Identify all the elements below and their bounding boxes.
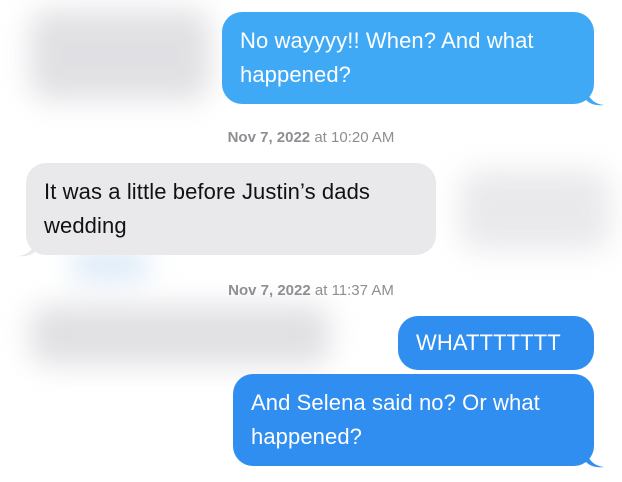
timestamp: Nov 7, 2022 at 10:20 AM <box>0 129 622 146</box>
sent-message-bubble[interactable]: WHATTTTTTT <box>398 316 594 370</box>
timestamp-date: Nov 7, 2022 <box>227 129 311 146</box>
sent-message-bubble[interactable]: And Selena said no? Or what happened? <box>233 374 594 466</box>
timestamp-time: at 11:37 AM <box>314 282 394 299</box>
sent-message-bubble[interactable]: No wayyyy!! When? And what happened? <box>222 12 594 104</box>
blurred-background-content <box>30 10 210 100</box>
sent-bubble-tail <box>586 450 604 468</box>
timestamp: Nov 7, 2022 at 11:37 AM <box>0 282 622 299</box>
blurred-background-content <box>460 170 610 250</box>
sent-bubble-tail <box>586 88 604 106</box>
blurred-background-content <box>30 305 330 365</box>
timestamp-date: Nov 7, 2022 <box>228 282 311 299</box>
received-message-bubble[interactable]: It was a little before Justin’s dads wed… <box>26 163 436 255</box>
timestamp-time: at 10:20 AM <box>314 129 395 146</box>
received-bubble-tail <box>18 239 36 257</box>
